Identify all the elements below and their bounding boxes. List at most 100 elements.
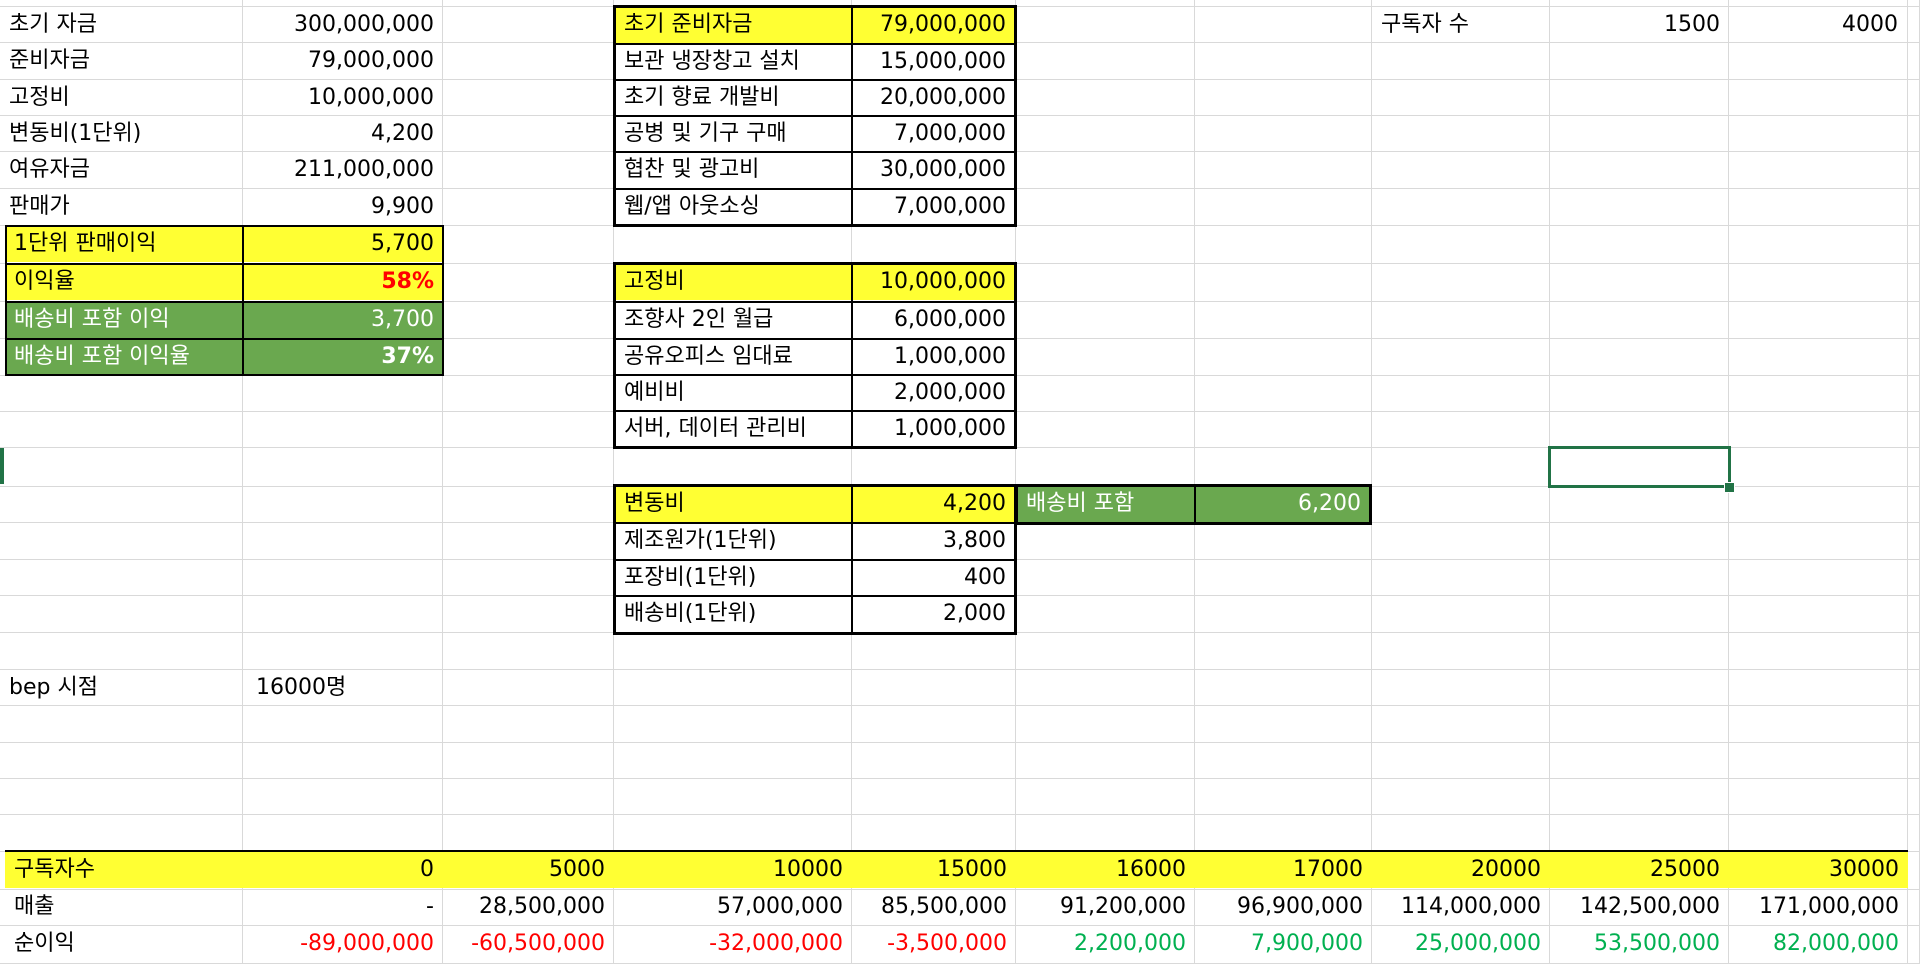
label-initial-funds[interactable]: 초기 자금 [0,7,243,43]
grid-cell[interactable] [1016,670,1195,706]
projection-revenue-cell[interactable]: 91,200,000 [1016,889,1195,925]
prep-row-value[interactable]: 15,000,000 [852,44,1015,80]
grid-cell[interactable] [1908,7,1920,43]
projection-net-profit-cell[interactable]: 25,000,000 [1372,926,1550,962]
grid-cell[interactable] [443,0,614,7]
prep-row-label[interactable]: 공병 및 기구 구매 [615,116,852,152]
grid-cell[interactable] [443,376,614,412]
grid-cell[interactable] [1550,779,1729,815]
grid-cell[interactable] [243,523,443,560]
grid-cell[interactable] [1729,80,1908,116]
value-sale-price[interactable]: 9,900 [243,189,443,225]
grid-cell[interactable] [1729,596,1908,633]
grid-cell[interactable] [614,633,852,670]
grid-cell[interactable] [243,487,443,523]
grid-cell[interactable] [852,743,1016,779]
projection-subscribers-cell[interactable]: 15000 [852,852,1016,888]
prep-row-label[interactable]: 초기 향료 개발비 [615,80,852,116]
grid-cell[interactable] [1016,448,1195,487]
label-profit-rate-incl-shipping[interactable]: 배송비 포함 이익율 [5,339,243,375]
grid-cell[interactable] [1195,7,1372,43]
grid-cell[interactable] [1372,226,1550,264]
grid-cell[interactable] [443,560,614,596]
grid-cell[interactable] [1016,412,1195,448]
prep-row-value[interactable]: 7,000,000 [852,116,1015,152]
grid-cell[interactable] [1908,448,1920,487]
grid-cell[interactable] [852,226,1016,264]
grid-cell[interactable] [1908,0,1920,7]
grid-cell[interactable] [1550,376,1729,412]
grid-cell[interactable] [1372,80,1550,116]
grid-cell[interactable] [1550,412,1729,448]
grid-cell[interactable] [1729,448,1908,487]
grid-cell[interactable] [1016,116,1195,152]
label-prep-funds[interactable]: 준비자금 [0,43,243,79]
grid-cell[interactable] [1908,339,1920,376]
label-sale-price[interactable]: 판매가 [0,189,243,225]
projection-subscribers-cell[interactable]: 0 [243,852,443,888]
grid-cell[interactable] [1372,412,1550,448]
grid-cell[interactable] [443,226,614,264]
grid-cell[interactable] [1195,116,1372,152]
fixed-table-header-value[interactable]: 10,000,000 [852,264,1015,300]
grid-cell[interactable] [1195,189,1372,226]
grid-cell[interactable] [1195,706,1372,743]
grid-cell[interactable] [1729,670,1908,706]
grid-cell[interactable] [0,412,243,448]
grid-cell[interactable] [243,596,443,633]
grid-cell[interactable] [1908,926,1920,964]
projection-row-label[interactable]: 구독자수 [5,852,243,888]
grid-cell[interactable] [1550,560,1729,596]
grid-cell[interactable] [1195,448,1372,487]
grid-cell[interactable] [1195,339,1372,376]
grid-cell[interactable] [443,633,614,670]
fixed-row-value[interactable]: 2,000,000 [852,375,1015,411]
variable-row-value[interactable]: 3,800 [852,523,1015,559]
fixed-row-label[interactable]: 예비비 [615,375,852,411]
variable-row-label[interactable]: 배송비(1단위) [615,596,852,632]
projection-subscribers-cell[interactable]: 10000 [614,852,852,888]
fixed-row-label[interactable]: 서버, 데이터 관리비 [615,411,852,447]
grid-cell[interactable] [614,815,852,852]
prep-row-value[interactable]: 30,000,000 [852,152,1015,188]
grid-cell[interactable] [1908,226,1920,264]
fill-handle[interactable] [1724,482,1735,493]
grid-cell[interactable] [1908,670,1920,706]
grid-cell[interactable] [1550,487,1729,523]
grid-cell[interactable] [1195,633,1372,670]
grid-cell[interactable] [1016,189,1195,226]
grid-cell[interactable] [614,706,852,743]
grid-cell[interactable] [1729,560,1908,596]
grid-cell[interactable] [1016,596,1195,633]
grid-cell[interactable] [1729,226,1908,264]
grid-cell[interactable] [1550,152,1729,189]
grid-cell[interactable] [1016,815,1195,852]
value-profit-rate[interactable]: 58% [243,264,443,300]
grid-cell[interactable] [852,670,1016,706]
grid-cell[interactable] [1908,560,1920,596]
value-subscribers-1[interactable]: 1500 [1550,7,1729,43]
grid-cell[interactable] [443,523,614,560]
projection-subscribers-cell[interactable]: 25000 [1550,852,1729,888]
grid-cell[interactable] [1195,226,1372,264]
variable-row-label[interactable]: 제조원가(1단위) [615,523,852,559]
grid-cell[interactable] [0,0,243,7]
grid-cell[interactable] [1729,152,1908,189]
grid-cell[interactable] [1372,43,1550,80]
grid-cell[interactable] [443,412,614,448]
grid-cell[interactable] [1016,0,1195,7]
grid-cell[interactable] [1372,376,1550,412]
value-unit-profit[interactable]: 5,700 [243,226,443,262]
grid-cell[interactable] [243,706,443,743]
grid-cell[interactable] [443,80,614,116]
grid-cell[interactable] [0,743,243,779]
fixed-row-label[interactable]: 조향사 2인 월급 [615,302,852,338]
grid-cell[interactable] [0,448,243,487]
value-bep[interactable]: 16000명 [243,670,443,706]
prep-row-label[interactable]: 웹/앱 아웃소싱 [615,189,852,225]
variable-table-header-value[interactable]: 4,200 [852,486,1015,522]
variable-row-value[interactable]: 2,000 [852,596,1015,632]
grid-cell[interactable] [1729,523,1908,560]
grid-cell[interactable] [443,302,614,339]
label-spare-funds[interactable]: 여유자금 [0,152,243,188]
